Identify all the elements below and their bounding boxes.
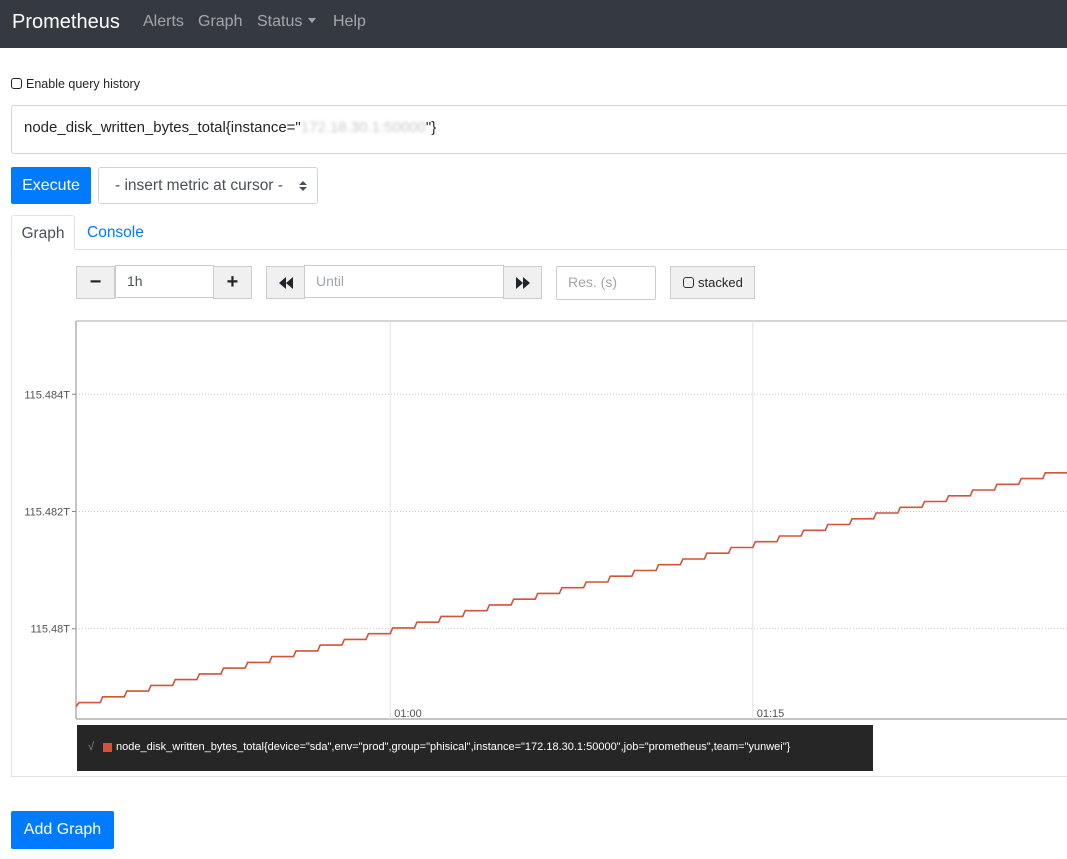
- expression-text: node_disk_written_bytes_total{instance="…: [24, 119, 436, 136]
- top-navbar: Prometheus Alerts Graph Status Help: [0, 0, 1067, 48]
- expression-input[interactable]: node_disk_written_bytes_total{instance="…: [11, 105, 1067, 154]
- expression-suffix: "}: [425, 119, 437, 136]
- stacked-toggle[interactable]: stacked: [670, 266, 755, 299]
- back-time-button[interactable]: [266, 266, 305, 299]
- range-input[interactable]: 1h: [115, 265, 214, 298]
- time-series-chart[interactable]: 115.484T 115.482T 115.48T 01:00 01:15: [0, 305, 1067, 725]
- tab-console[interactable]: Console: [87, 215, 144, 250]
- brand-logo[interactable]: Prometheus: [12, 11, 120, 34]
- x-tick-label: 01:00: [394, 708, 422, 720]
- nav-alerts[interactable]: Alerts: [143, 13, 184, 31]
- forward-time-button[interactable]: [503, 266, 542, 299]
- x-tick-label: 01:15: [757, 708, 785, 720]
- expression-prefix: node_disk_written_bytes_total{instance=": [24, 119, 301, 136]
- nav-help[interactable]: Help: [333, 13, 366, 31]
- tab-graph[interactable]: Graph: [11, 215, 75, 250]
- chevron-down-icon: [308, 17, 317, 23]
- resolution-input[interactable]: Res. (s): [556, 266, 656, 300]
- decrease-range-button[interactable]: −: [76, 266, 115, 299]
- tab-divider: [75, 249, 1067, 250]
- increase-range-button[interactable]: +: [213, 266, 252, 299]
- query-history-checkbox[interactable]: [11, 78, 22, 89]
- rewind-icon: [278, 276, 293, 289]
- insert-metric-select[interactable]: - insert metric at cursor -: [98, 167, 318, 204]
- until-input[interactable]: Until: [304, 265, 504, 298]
- masked-instance: 172.18.30.1:50000: [300, 119, 426, 136]
- nav-status-label: Status: [257, 13, 303, 30]
- y-tick-label: 115.48T: [30, 624, 70, 636]
- legend-series-label[interactable]: node_disk_written_bytes_total{device="sd…: [116, 741, 790, 753]
- select-arrows-icon: [299, 181, 307, 191]
- stacked-label: stacked: [698, 275, 743, 290]
- fast-forward-icon: [515, 276, 530, 289]
- insert-metric-label: - insert metric at cursor -: [115, 177, 283, 194]
- legend-swatch: [103, 743, 112, 752]
- legend-check-icon[interactable]: √: [88, 741, 94, 753]
- stacked-checkbox: [683, 277, 694, 288]
- series-line[interactable]: [75, 472, 1067, 708]
- y-tick-label: 115.484T: [24, 389, 70, 401]
- query-history-toggle[interactable]: Enable query history: [11, 77, 140, 91]
- y-tick-label: 115.482T: [24, 507, 70, 519]
- query-history-label: Enable query history: [26, 77, 140, 91]
- nav-status[interactable]: Status: [257, 13, 317, 31]
- execute-button[interactable]: Execute: [11, 167, 91, 204]
- nav-graph[interactable]: Graph: [198, 13, 242, 31]
- add-graph-button[interactable]: Add Graph: [11, 811, 114, 849]
- chart-legend: √ node_disk_written_bytes_total{device="…: [77, 725, 873, 771]
